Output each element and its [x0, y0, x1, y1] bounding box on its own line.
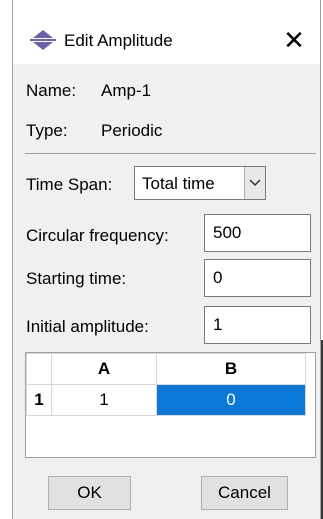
separator: [25, 153, 316, 154]
circular-frequency-label: Circular frequency:: [26, 226, 169, 245]
title-bar[interactable]: Edit Amplitude ✕: [13, 0, 320, 64]
time-span-select[interactable]: Total time: [134, 166, 266, 200]
close-icon: ✕: [283, 25, 305, 55]
amplitude-table[interactable]: A B 1 1 0: [25, 352, 316, 458]
cancel-button[interactable]: Cancel: [201, 476, 288, 510]
time-span-value: Total time: [142, 174, 215, 193]
table-row: 1 1 0: [26, 384, 306, 416]
table-cell-a[interactable]: 1: [51, 384, 157, 416]
starting-time-input[interactable]: [204, 259, 311, 297]
table-header-row: A B: [26, 353, 306, 385]
chevron-down-icon[interactable]: [244, 167, 265, 199]
close-button[interactable]: ✕: [278, 22, 310, 58]
table-cell-b-selected[interactable]: 0: [156, 384, 306, 416]
name-label: Name:: [26, 81, 77, 100]
amplitude-icon: [30, 30, 56, 50]
column-header-a[interactable]: A: [51, 353, 157, 385]
column-header-b[interactable]: B: [156, 353, 306, 385]
row-header[interactable]: 1: [26, 384, 52, 416]
edit-amplitude-dialog: Edit Amplitude ✕ Name: Amp-1 Type: Perio…: [12, 0, 321, 519]
initial-amplitude-input[interactable]: [204, 306, 311, 344]
initial-amplitude-label: Initial amplitude:: [26, 317, 149, 336]
window-title: Edit Amplitude: [64, 31, 173, 50]
starting-time-label: Starting time:: [26, 269, 127, 288]
table-corner: [26, 353, 52, 385]
name-value: Amp-1: [101, 81, 152, 100]
time-span-label: Time Span:: [26, 175, 113, 194]
type-label: Type:: [26, 121, 68, 140]
circular-frequency-input[interactable]: [204, 214, 311, 252]
type-value: Periodic: [101, 121, 163, 140]
ok-button[interactable]: OK: [48, 476, 131, 510]
